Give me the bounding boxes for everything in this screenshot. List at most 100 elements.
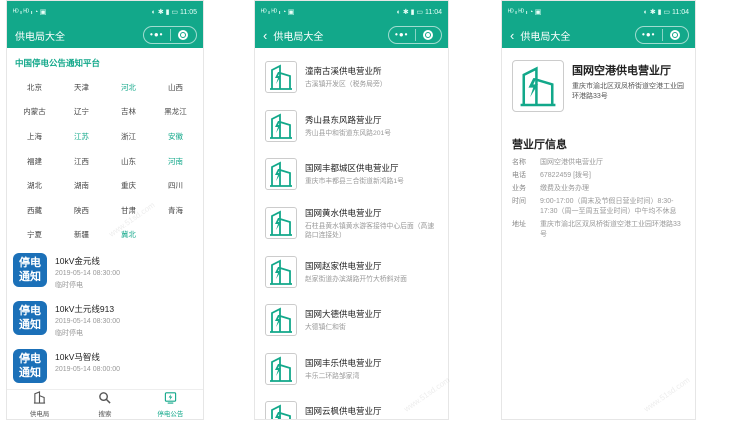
notice-text: 10kV金元线 2019-05-14 08:30:00 临时停电 <box>55 253 120 290</box>
province-item[interactable] <box>152 223 199 248</box>
more-menu-button[interactable]: •●• <box>636 29 663 41</box>
more-menu-button[interactable]: •●• <box>389 29 416 41</box>
province-item[interactable]: 陕西 <box>58 198 105 223</box>
office-address: 重庆市丰都县三合街道新鸿路1号 <box>305 178 404 186</box>
province-item[interactable]: 新疆 <box>58 223 105 248</box>
building-icon <box>265 61 297 94</box>
province-item[interactable]: 重庆 <box>105 173 152 198</box>
building-icon <box>265 304 297 337</box>
office-text: 国网黄水供电营业厅 石柱县黄水镇黄水游客接待中心后面（高速路口连接处） <box>305 207 438 240</box>
province-item[interactable]: 四川 <box>152 173 199 198</box>
list-item[interactable]: 秀山县东风路营业厅 秀山县中和街道东风路201号 <box>255 102 448 151</box>
badge-line: 停电 <box>19 353 41 366</box>
mini-program-capsule[interactable]: •●• <box>143 26 197 44</box>
status-bar: ᴴᴰ ₗₗ ᴴᴰ ₗₗ ◔ ▣ ◐ ✱ ▮ ▭ 11:05 <box>7 1 203 22</box>
building-icon <box>33 391 46 408</box>
province-item[interactable]: 吉林 <box>105 100 152 125</box>
status-glyph: ◔ <box>281 8 286 16</box>
province-grid: 北京 天津 河北 山西内蒙古 辽宁 吉林 黑龙江上海 江苏 浙江 安徽福建 江西 山东 河南湖北 湖南 重庆… <box>7 75 203 247</box>
nav-title: 供电局大全 <box>520 31 571 43</box>
building-icon <box>265 401 297 419</box>
list-item[interactable]: 停电 通知 10kV金元线 2019-05-14 08:30:00 临时停电 <box>7 247 203 295</box>
badge-line: 通知 <box>19 367 41 380</box>
list-item[interactable]: 国网赵家供电营业厅 赵家街道办滨湖路开竹大桥斜对面 <box>255 247 448 296</box>
info-value[interactable]: 67822459 [拨号] <box>540 171 591 181</box>
office-name: 国网丰乐供电营业厅 <box>305 357 382 368</box>
badge-line: 通知 <box>19 271 41 284</box>
mini-program-capsule[interactable]: •●• <box>635 26 689 44</box>
province-item[interactable]: 河北 <box>105 75 152 100</box>
office-list: 潼南古溪供电营业所 古溪镇开发区（税务局旁） 秀山县东风路营业厅 秀山县中和街道东风路… <box>255 48 448 419</box>
outage-badge-icon: 停电 通知 <box>13 253 47 288</box>
status-glyph: ₗₗ <box>278 8 281 16</box>
province-item[interactable]: 江苏 <box>58 124 105 149</box>
status-icons: ◐ ✱ ▮ ▭ <box>396 8 424 16</box>
province-item[interactable]: 宁夏 <box>11 223 58 248</box>
tab-outage-notice[interactable]: 停电公告 <box>138 390 203 419</box>
status-glyph: ᴴᴰ <box>13 8 19 16</box>
nav-bar: ‹ 供电局大全 •●• <box>502 22 695 48</box>
tab-search[interactable]: 搜索 <box>72 390 137 419</box>
status-time: 11:04 <box>425 8 442 16</box>
list-item[interactable]: 国网丰都城区供电营业厅 重庆市丰都县三合街道新鸿路1号 <box>255 150 448 199</box>
province-item[interactable]: 西藏 <box>11 198 58 223</box>
office-text: 国网丰都城区供电营业厅 重庆市丰都县三合街道新鸿路1号 <box>305 162 404 186</box>
province-item[interactable]: 湖南 <box>58 173 105 198</box>
province-item[interactable]: 浙江 <box>105 124 152 149</box>
office-address: 赵家街道办滨湖路开竹大桥斜对面 <box>305 275 407 283</box>
back-icon[interactable]: ‹ <box>510 29 514 42</box>
nav-title: 供电局大全 <box>15 31 65 43</box>
close-capsule-button[interactable] <box>663 30 689 40</box>
close-capsule-button[interactable] <box>416 30 442 40</box>
list-item[interactable]: 国网丰乐供电营业厅 丰乐二环路邹家湾 <box>255 345 448 394</box>
province-item[interactable]: 上海 <box>11 124 58 149</box>
office-text: 国网丰乐供电营业厅 丰乐二环路邹家湾 <box>305 357 382 381</box>
office-name: 国网大德供电营业厅 <box>305 309 382 320</box>
list-item[interactable]: 停电 通知 10kV马智线 2019-05-14 08:00:00 <box>7 343 203 391</box>
screenshot-stage: ᴴᴰ ₗₗ ᴴᴰ ₗₗ ◔ ▣ ◐ ✱ ▮ ▭ 11:05 供电局大全 •●• 中国停电公… <box>0 0 740 429</box>
province-item[interactable]: 山东 <box>105 149 152 174</box>
province-item[interactable]: 福建 <box>11 149 58 174</box>
office-text: 秀山县东风路营业厅 秀山县中和街道东风路201号 <box>305 114 391 138</box>
tab-label: 停电公告 <box>157 411 184 418</box>
province-item[interactable]: 青海 <box>152 198 199 223</box>
info-key: 业务 <box>512 185 526 192</box>
status-glyph: ₗₗ <box>20 8 22 16</box>
more-menu-button[interactable]: •●• <box>144 29 171 41</box>
mini-program-capsule[interactable]: •●• <box>388 26 442 44</box>
status-glyph: ₗₗ <box>268 8 270 16</box>
status-right: ◐ ✱ ▮ ▭ 11:04 <box>397 8 442 16</box>
list-item[interactable]: 潼南古溪供电营业所 古溪镇开发区（税务局旁） <box>255 53 448 102</box>
province-item[interactable]: 山西 <box>152 75 199 100</box>
phone-office-detail: ᴴᴰ ₗₗ ᴴᴰ ₗₗ ◔ ▣ ◐ ✱ ▮ ▭ 11:04 ‹ 供电局大全 •●• 国网空… <box>501 0 696 420</box>
province-item[interactable]: 内蒙古 <box>11 100 58 125</box>
office-header: 国网空港供电营业厅 重庆市渝北区双凤桥街道空港工业园环港路33号 <box>502 48 695 112</box>
list-item[interactable]: 停电 通知 10kV土元线913 2019-05-14 08:30:00 临时停电 <box>7 295 203 343</box>
status-glyph: ₗₗ <box>515 8 517 16</box>
info-row[interactable]: 电话 67822459 [拨号] <box>502 171 695 181</box>
close-capsule-button[interactable] <box>171 30 197 40</box>
phone-home-outage: ᴴᴰ ₗₗ ᴴᴰ ₗₗ ◔ ▣ ◐ ✱ ▮ ▭ 11:05 供电局大全 •●• 中国停电公… <box>6 0 204 420</box>
building-icon <box>512 60 564 112</box>
province-item[interactable]: 北京 <box>11 75 58 100</box>
tab-label: 供电局 <box>29 411 50 418</box>
outage-notice-icon <box>164 391 177 408</box>
back-icon[interactable]: ‹ <box>263 29 267 42</box>
tab-building[interactable]: 供电局 <box>7 390 72 419</box>
badge-line: 通知 <box>19 319 41 332</box>
province-item[interactable]: 天津 <box>58 75 105 100</box>
province-item[interactable]: 江西 <box>58 149 105 174</box>
province-item[interactable]: 安徽 <box>152 124 199 149</box>
notice-list: 停电 通知 10kV金元线 2019-05-14 08:30:00 临时停电 停电 通知 10… <box>7 247 203 391</box>
list-item[interactable]: 国网大德供电营业厅 大德镇仁和街 <box>255 296 448 345</box>
province-item[interactable]: 河南 <box>152 149 199 174</box>
province-item[interactable]: 黑龙江 <box>152 100 199 125</box>
list-item[interactable]: 国网黄水供电营业厅 石柱县黄水镇黄水游客接待中心后面（高速路口连接处） <box>255 199 448 248</box>
status-glyph: ▣ <box>39 8 47 16</box>
province-item[interactable]: 湖北 <box>11 173 58 198</box>
status-bar: ᴴᴰ ₗₗ ᴴᴰ ₗₗ ◔ ▣ ◐ ✱ ▮ ▭ 11:04 <box>502 1 695 22</box>
info-row: 时间 9:00-17:00（周末及节假日营业时间）8:30-17:30（周一至周五… <box>502 197 695 217</box>
province-item[interactable]: 辽宁 <box>58 100 105 125</box>
notice-title: 10kV土元线913 <box>55 304 115 315</box>
info-row: 地址 重庆市渝北区双凤桥街道空港工业园环港路33号 <box>502 220 695 240</box>
